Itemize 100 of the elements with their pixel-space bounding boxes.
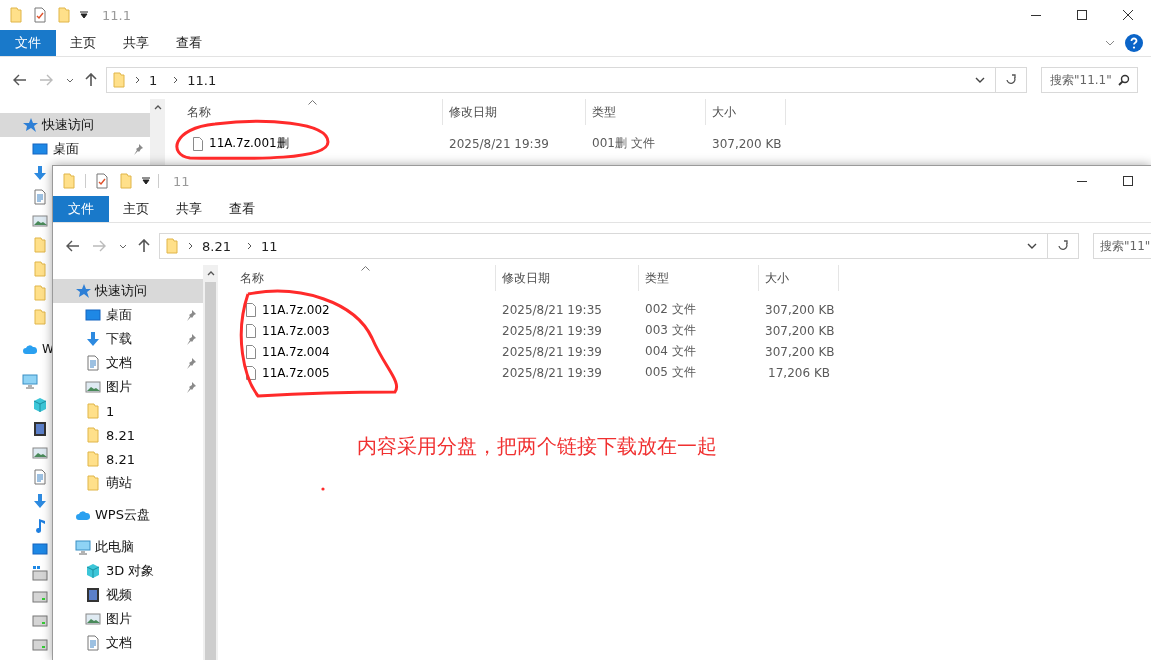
nav-item[interactable]: 快速访问 bbox=[0, 113, 150, 137]
nav-item[interactable]: 萌站 bbox=[53, 471, 203, 495]
refresh-icon[interactable] bbox=[1057, 240, 1069, 252]
star-icon bbox=[22, 117, 38, 133]
folder-icon bbox=[85, 451, 101, 467]
back-arrow-icon[interactable] bbox=[66, 240, 80, 252]
column-header[interactable]: 修改日期 bbox=[495, 265, 638, 291]
nav-item[interactable]: 1 bbox=[53, 399, 203, 423]
breadcrumb[interactable]: 11 bbox=[260, 238, 278, 254]
file-icon bbox=[243, 364, 259, 381]
search-field[interactable]: 搜索"11" bbox=[1093, 233, 1151, 259]
pin-icon[interactable] bbox=[185, 357, 197, 369]
pin-icon[interactable] bbox=[185, 309, 197, 321]
column-header[interactable]: 类型 bbox=[585, 99, 705, 125]
breadcrumb[interactable]: 11.1 bbox=[187, 72, 217, 88]
ribbon-tab[interactable]: 主页 bbox=[109, 196, 162, 222]
file-size: 17,206 KB bbox=[767, 365, 831, 380]
breadcrumb[interactable]: 1 bbox=[149, 72, 158, 88]
file-type: 003 文件 bbox=[644, 322, 697, 339]
column-header[interactable]: 名称 bbox=[218, 265, 495, 291]
ribbon-tab[interactable]: 共享 bbox=[162, 196, 215, 222]
chevron-icon bbox=[135, 76, 141, 84]
ribbon-tab[interactable]: 查看 bbox=[162, 30, 215, 56]
chevron-icon bbox=[188, 242, 194, 250]
help-icon[interactable] bbox=[1125, 34, 1143, 52]
modified-date: 2025/8/21 19:39 bbox=[501, 323, 603, 338]
folder-icon bbox=[32, 309, 48, 325]
picture-icon bbox=[32, 213, 48, 229]
nav-item[interactable]: 视频 bbox=[53, 583, 203, 607]
maximize-icon[interactable] bbox=[1123, 176, 1133, 186]
chevron-down-icon[interactable] bbox=[975, 77, 985, 83]
pin-icon[interactable] bbox=[185, 381, 197, 393]
document-icon bbox=[32, 469, 48, 485]
drive-icon bbox=[32, 589, 48, 605]
close-icon[interactable] bbox=[1123, 10, 1133, 20]
folder-icon bbox=[32, 285, 48, 301]
nav-item[interactable]: WPS云盘 bbox=[53, 503, 203, 527]
down-arrow-icon bbox=[32, 165, 48, 181]
ribbon-tab[interactable]: 共享 bbox=[109, 30, 162, 56]
nav-item[interactable]: 下载 bbox=[53, 327, 203, 351]
dropdown-caret-icon[interactable] bbox=[80, 11, 88, 19]
dropdown-caret-icon[interactable] bbox=[142, 177, 150, 185]
column-header[interactable]: 类型 bbox=[638, 265, 758, 291]
ribbon-tab[interactable]: 文件 bbox=[53, 196, 109, 222]
properties-icon[interactable] bbox=[32, 7, 48, 23]
nav-item[interactable]: 此电脑 bbox=[53, 535, 203, 559]
up-arrow-icon[interactable] bbox=[85, 73, 97, 87]
nav-item[interactable]: 图片 bbox=[53, 607, 203, 631]
monitor-icon bbox=[32, 141, 48, 157]
nav-item[interactable]: 8.21 bbox=[53, 447, 203, 471]
search-field[interactable]: 搜索"11.1" bbox=[1041, 67, 1138, 93]
column-header[interactable]: 修改日期 bbox=[442, 99, 585, 125]
nav-item[interactable]: 文档 bbox=[53, 631, 203, 655]
pin-icon[interactable] bbox=[185, 333, 197, 345]
file-size: 307,200 KB bbox=[764, 302, 836, 317]
chevron-down-icon[interactable] bbox=[66, 77, 74, 83]
nav-item[interactable]: 3D 对象 bbox=[53, 559, 203, 583]
search-icon[interactable] bbox=[1118, 74, 1130, 86]
refresh-icon[interactable] bbox=[1005, 74, 1017, 86]
nav-item[interactable]: 快速访问 bbox=[53, 279, 203, 303]
file-name[interactable]: 11A.7z.004 bbox=[262, 344, 330, 359]
nav-item[interactable]: 桌面 bbox=[53, 303, 203, 327]
chevron-down-icon[interactable] bbox=[1027, 243, 1037, 249]
file-icon bbox=[243, 343, 259, 360]
up-arrow-icon[interactable] bbox=[138, 239, 150, 253]
file-type: 001删 文件 bbox=[591, 135, 656, 152]
minimize-icon[interactable] bbox=[1031, 14, 1041, 16]
file-name[interactable]: 11A.7z.002 bbox=[262, 302, 330, 317]
nav-item[interactable]: 文档 bbox=[53, 351, 203, 375]
nav-item[interactable]: 8.21 bbox=[53, 423, 203, 447]
maximize-icon[interactable] bbox=[1077, 10, 1087, 20]
properties-icon[interactable] bbox=[94, 173, 110, 189]
ribbon-tab[interactable]: 查看 bbox=[215, 196, 268, 222]
file-name[interactable]: 11A.7z.005 bbox=[262, 365, 330, 380]
minimize-icon[interactable] bbox=[1077, 180, 1087, 182]
cube-icon bbox=[85, 563, 101, 579]
film-icon bbox=[32, 421, 48, 437]
file-name[interactable]: 11A.7z.003 bbox=[262, 323, 330, 338]
chevron-icon bbox=[173, 76, 180, 84]
address-bar[interactable]: 8.21 11 bbox=[159, 233, 1079, 259]
file-type: 004 文件 bbox=[644, 343, 697, 360]
nav-item[interactable]: 图片 bbox=[53, 375, 203, 399]
annotation-dot bbox=[321, 487, 325, 491]
file-name[interactable]: 11A.7z.001删 bbox=[209, 135, 289, 152]
breadcrumb[interactable]: 8.21 bbox=[202, 238, 231, 254]
folder-icon bbox=[32, 237, 48, 253]
chevron-down-icon[interactable] bbox=[119, 243, 127, 249]
back-arrow-icon[interactable] bbox=[13, 74, 27, 86]
modified-date: 2025/8/21 19:39 bbox=[501, 344, 603, 359]
folder-icon bbox=[111, 72, 127, 88]
pin-icon[interactable] bbox=[132, 143, 144, 155]
ribbon-tab[interactable]: 文件 bbox=[0, 30, 56, 56]
sort-caret-icon bbox=[361, 266, 370, 271]
column-header[interactable]: 名称 bbox=[165, 99, 442, 125]
star-icon bbox=[75, 283, 91, 299]
nav-item[interactable]: 桌面 bbox=[0, 137, 150, 161]
scrollbar-thumb[interactable] bbox=[205, 282, 216, 660]
address-bar[interactable]: 1 11.1 bbox=[106, 67, 1027, 93]
ribbon-tab[interactable]: 主页 bbox=[56, 30, 109, 56]
cube-icon bbox=[32, 397, 48, 413]
